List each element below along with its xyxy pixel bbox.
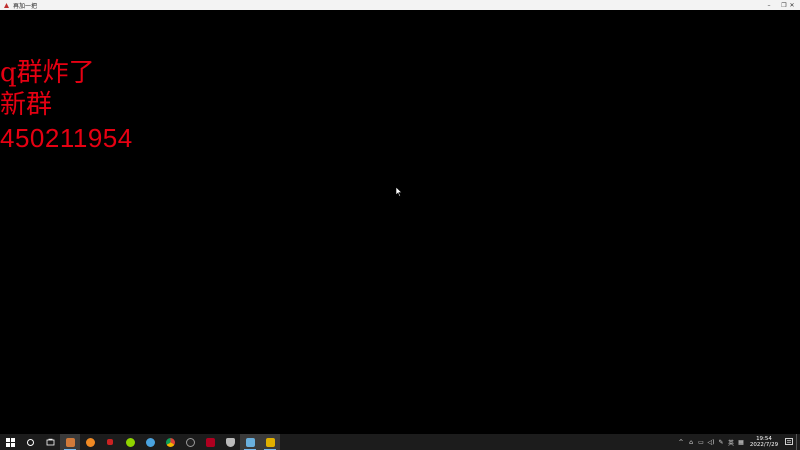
mouse-cursor-icon [395, 187, 403, 197]
taskbar-app-2[interactable] [80, 434, 100, 450]
message-line-3: 450211954 [0, 123, 133, 153]
keyboard-icon[interactable]: ▦ [736, 434, 746, 450]
app-6-icon [205, 437, 215, 447]
volume-icon[interactable]: ◁) [706, 434, 716, 450]
taskbar: ^ ⌂ ▭ ◁) ✎ 英 ▦ 19:54 2022/7/29 [0, 434, 800, 450]
start-button[interactable] [0, 434, 20, 450]
taskbar-chrome[interactable] [160, 434, 180, 450]
restore-button[interactable]: ❐ [780, 0, 788, 10]
app-5-icon [185, 437, 195, 447]
main-content: q群炸了 新群 450211954 [0, 10, 800, 434]
message-line-1: q群炸了 [0, 58, 95, 88]
clock[interactable]: 19:54 2022/7/29 [746, 436, 782, 448]
app-8-icon [245, 437, 255, 447]
taskbar-app-1[interactable] [60, 434, 80, 450]
search-icon [26, 438, 34, 446]
show-desktop-button[interactable] [796, 434, 800, 450]
window-title: 再加一把 [13, 2, 38, 10]
taskbar-app-4[interactable] [120, 434, 140, 450]
taskbar-app-7[interactable] [220, 434, 240, 450]
task-view-button[interactable] [40, 434, 60, 450]
start-icon [5, 437, 15, 447]
network-icon[interactable]: ▭ [696, 434, 706, 450]
pen-icon[interactable]: ✎ [716, 434, 726, 450]
minimize-button[interactable]: – [762, 0, 776, 10]
app-4-icon [125, 437, 135, 447]
app-7-icon [225, 437, 235, 447]
app-2-icon [85, 437, 95, 447]
app-3-icon [107, 439, 113, 445]
taskbar-app-5[interactable] [180, 434, 200, 450]
taskbar-steam[interactable] [140, 434, 160, 450]
taskbar-app-3[interactable] [100, 434, 120, 450]
close-button[interactable]: ✕ [788, 0, 796, 10]
clock-date: 2022/7/29 [749, 442, 779, 448]
app-icon [3, 2, 10, 9]
message-line-2: 新群 [0, 90, 53, 120]
system-tray: ^ ⌂ ▭ ◁) ✎ 英 ▦ 19:54 2022/7/29 [676, 434, 800, 450]
input-method-indicator[interactable]: 英 [726, 434, 736, 450]
chrome-icon [165, 437, 175, 447]
taskbar-app-6[interactable] [200, 434, 220, 450]
taskbar-app-9[interactable] [260, 434, 280, 450]
tray-app-icon[interactable]: ⌂ [686, 434, 696, 450]
task-view-icon [46, 438, 54, 445]
taskbar-app-8[interactable] [240, 434, 260, 450]
app-1-icon [65, 437, 75, 447]
tray-overflow-icon[interactable]: ^ [676, 434, 686, 450]
app-9-icon [265, 437, 275, 447]
steam-icon [145, 437, 155, 447]
notification-center-button[interactable] [782, 434, 796, 450]
search-button[interactable] [20, 434, 40, 450]
notification-icon [785, 438, 793, 445]
